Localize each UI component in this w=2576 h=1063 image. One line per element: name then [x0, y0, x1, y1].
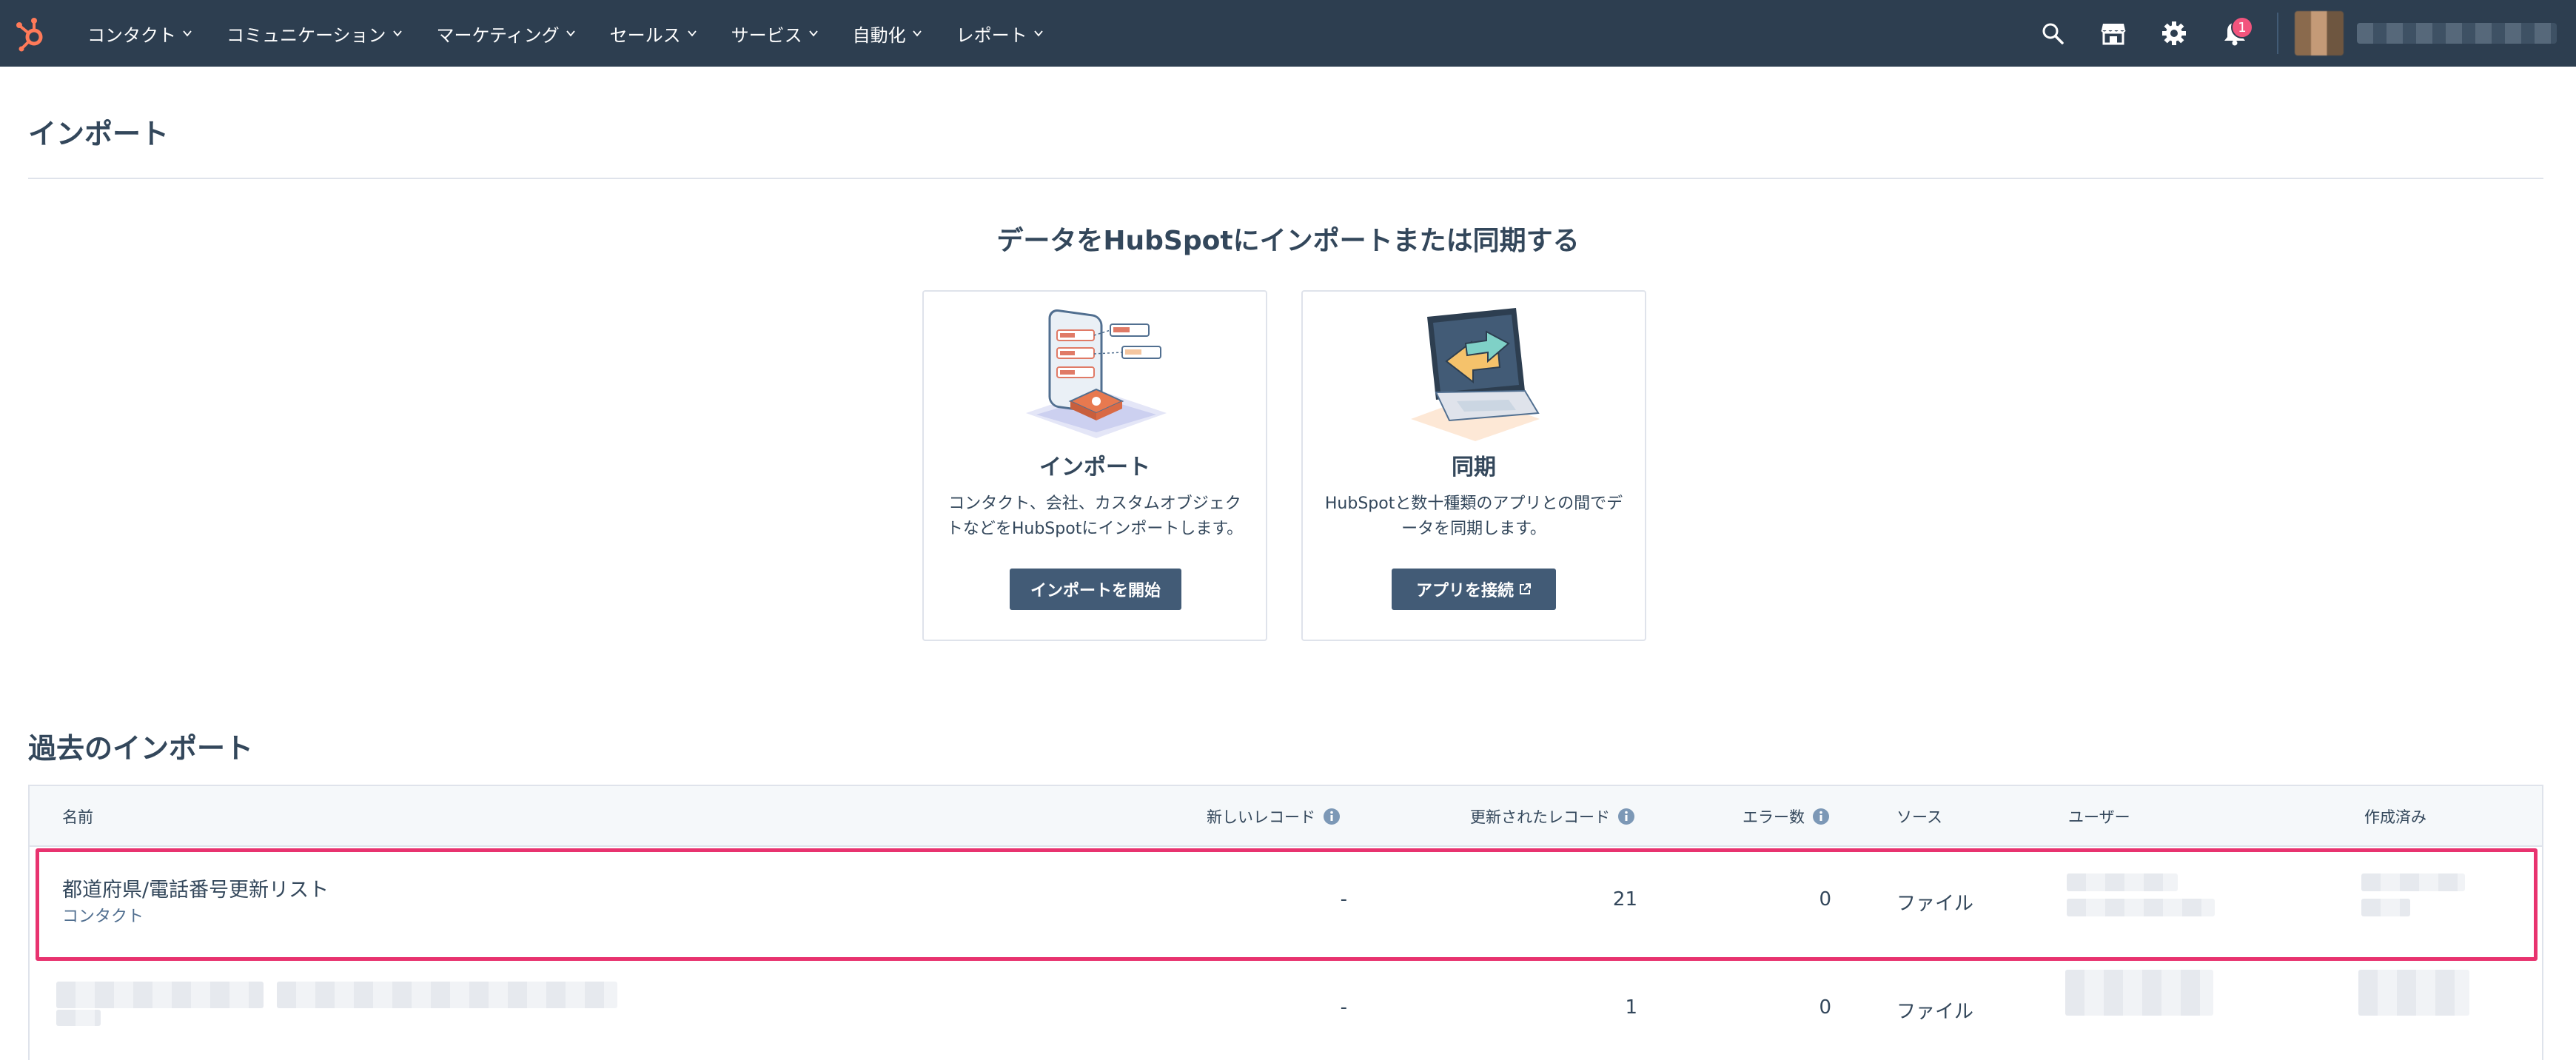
nav-item-marketing[interactable]: マーケティング: [437, 0, 576, 67]
errors-value: 0: [1819, 888, 1831, 911]
info-icon[interactable]: [1617, 808, 1635, 825]
search-icon[interactable]: [2034, 15, 2071, 52]
column-header-label: 作成済み: [2364, 808, 2426, 826]
nav-item-communication[interactable]: コミュニケーション: [227, 0, 403, 67]
nav-item-label: コンタクト: [87, 24, 176, 46]
chevron-down-icon: [687, 30, 697, 37]
top-navigation-bar: コンタクト コミュニケーション マーケティング セールス サービス 自動化 レポ…: [0, 0, 2576, 67]
created-date-redacted: [2361, 873, 2465, 891]
nav-item-label: セールス: [609, 24, 681, 46]
chevron-down-icon: [912, 30, 922, 37]
source-value: ファイル: [1896, 1001, 1974, 1023]
column-header-label: 更新されたレコード: [1470, 808, 1610, 826]
connect-app-button-label: アプリを接続: [1415, 582, 1514, 600]
user-email-redacted: [2067, 899, 2215, 916]
import-name-redacted: [277, 982, 617, 1008]
chevron-down-icon: [392, 30, 402, 37]
new-records-value: -: [1340, 996, 1347, 1019]
column-header-label: ソース: [1896, 808, 1942, 826]
nav-item-label: 自動化: [852, 24, 906, 46]
past-imports-table: 名前 新しいレコード 更新されたレコード エラー数 ソース ユーザー 作成済み …: [28, 785, 2543, 1060]
account-menu[interactable]: [2295, 0, 2576, 67]
avatar: [2295, 11, 2344, 56]
import-card-title: インポート: [1039, 455, 1150, 480]
info-icon[interactable]: [1323, 808, 1341, 825]
nav-item-label: コミュニケーション: [227, 24, 386, 46]
notifications-icon[interactable]: 1: [2216, 15, 2253, 52]
column-header-errors[interactable]: エラー数: [1743, 786, 1830, 847]
import-name-redacted[interactable]: [56, 982, 264, 1008]
column-header-label: 新しいレコード: [1207, 808, 1315, 826]
hero-title: データをHubSpotにインポートまたは同期する: [996, 226, 1580, 256]
nav-utilities: 1: [2034, 0, 2576, 67]
import-card: インポート コンタクト、会社、カスタムオブジェクトなどをHubSpotにインポー…: [922, 290, 1267, 641]
nav-item-service[interactable]: サービス: [731, 0, 819, 67]
import-object-type-redacted: [56, 1010, 101, 1026]
chevron-down-icon: [1033, 30, 1043, 37]
start-import-button-label: インポートを開始: [1030, 582, 1161, 600]
column-header-name[interactable]: 名前: [62, 786, 93, 847]
settings-icon[interactable]: [2156, 15, 2193, 52]
table-row[interactable]: 都道府県/電話番号更新リスト コンタクト - 21 0 ファイル: [30, 847, 2542, 961]
errors-value: 0: [1819, 996, 1831, 1019]
hubspot-logo-icon[interactable]: [13, 15, 50, 52]
connect-app-button[interactable]: アプリを接続: [1392, 569, 1556, 610]
sync-card-title: 同期: [1452, 455, 1496, 480]
column-header-created[interactable]: 作成済み: [2364, 786, 2426, 847]
account-name-redacted: [2357, 23, 2557, 44]
sync-illustration-icon: [1411, 308, 1540, 441]
column-header-source[interactable]: ソース: [1896, 786, 1942, 847]
nav-divider: [2277, 13, 2278, 54]
created-redacted: [2358, 970, 2469, 1016]
external-link-icon: [1520, 583, 1531, 594]
marketplace-icon[interactable]: [2095, 15, 2132, 52]
past-imports-title: 過去のインポート: [28, 732, 254, 765]
column-header-user[interactable]: ユーザー: [2068, 786, 2130, 847]
sync-card: 同期 HubSpotと数十種類のアプリとの間でデータを同期します。 アプリを接続: [1301, 290, 1646, 641]
new-records-value: -: [1340, 888, 1347, 911]
nav-item-label: レポート: [956, 24, 1027, 46]
import-object-type: コンタクト: [62, 908, 144, 926]
table-header: 名前 新しいレコード 更新されたレコード エラー数 ソース ユーザー 作成済み: [30, 786, 2542, 847]
info-icon[interactable]: [1812, 808, 1830, 825]
notification-count-badge: 1: [2231, 16, 2253, 38]
source-value: ファイル: [1896, 893, 1974, 915]
import-illustration-icon: [1026, 309, 1167, 438]
chevron-down-icon: [183, 30, 192, 37]
page-title: インポート: [28, 118, 170, 150]
nav-item-sales[interactable]: セールス: [610, 0, 697, 67]
start-import-button[interactable]: インポートを開始: [1010, 569, 1181, 610]
created-time-redacted: [2361, 899, 2410, 916]
header-divider: [28, 178, 2543, 179]
user-redacted: [2065, 970, 2213, 1016]
chevron-down-icon: [808, 30, 818, 37]
column-header-label: ユーザー: [2068, 808, 2130, 826]
chevron-down-icon: [566, 30, 575, 37]
column-header-label: エラー数: [1743, 808, 1805, 826]
import-card-description: コンタクト、会社、カスタムオブジェクトなどをHubSpotにインポートします。: [946, 494, 1244, 538]
main-menu: コンタクト コミュニケーション マーケティング セールス サービス 自動化 レポ…: [87, 0, 1078, 67]
user-name-redacted: [2067, 873, 2178, 891]
column-header-updated-records[interactable]: 更新されたレコード: [1470, 786, 1635, 847]
column-header-new-records[interactable]: 新しいレコード: [1207, 786, 1341, 847]
nav-item-automation[interactable]: 自動化: [853, 0, 922, 67]
table-row[interactable]: - 1 0 ファイル: [30, 955, 2542, 1063]
column-header-label: 名前: [62, 808, 93, 826]
import-name-link[interactable]: 都道府県/電話番号更新リスト: [62, 873, 329, 902]
nav-item-label: サービス: [731, 24, 802, 46]
sync-card-description: HubSpotと数十種類のアプリとの間でデータを同期します。: [1324, 494, 1623, 538]
nav-item-reports[interactable]: レポート: [956, 0, 1044, 67]
nav-item-label: マーケティング: [436, 24, 560, 46]
nav-item-contacts[interactable]: コンタクト: [87, 0, 192, 67]
updated-records-value: 21: [1612, 888, 1637, 911]
updated-records-value: 1: [1625, 996, 1637, 1019]
